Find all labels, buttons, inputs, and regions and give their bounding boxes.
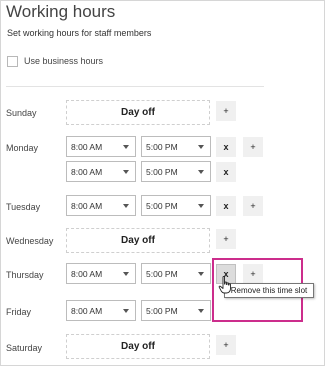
select-value: 8:00 AM	[71, 306, 103, 316]
chevron-down-icon	[123, 204, 129, 208]
select-value: 5:00 PM	[146, 142, 178, 152]
monday-add-slot-button[interactable]: +	[243, 137, 263, 157]
monday-slot2-remove-button[interactable]: x	[216, 162, 236, 182]
day-label-friday: Friday	[6, 307, 32, 317]
sunday-day-off: Day off	[66, 100, 210, 125]
day-label-tuesday: Tuesday	[6, 202, 41, 212]
thursday-start-select[interactable]: 8:00 AM	[66, 263, 136, 284]
chevron-down-icon	[198, 309, 204, 313]
page-subtitle: Set working hours for staff members	[7, 28, 152, 38]
wednesday-day-off: Day off	[66, 228, 210, 253]
hand-cursor-icon	[218, 276, 231, 294]
saturday-add-slot-button[interactable]: +	[216, 335, 236, 355]
tuesday-remove-button[interactable]: x	[216, 196, 236, 216]
friday-end-select[interactable]: 5:00 PM	[141, 300, 211, 321]
thursday-end-select[interactable]: 5:00 PM	[141, 263, 211, 284]
chevron-down-icon	[198, 170, 204, 174]
day-label-thursday: Thursday	[6, 270, 44, 280]
tuesday-end-select[interactable]: 5:00 PM	[141, 195, 211, 216]
chevron-down-icon	[123, 145, 129, 149]
remove-slot-tooltip: Remove this time slot	[224, 283, 314, 298]
monday-slot1-end-select[interactable]: 5:00 PM	[141, 136, 211, 157]
tuesday-start-select[interactable]: 8:00 AM	[66, 195, 136, 216]
sunday-add-slot-button[interactable]: +	[216, 101, 236, 121]
day-label-wednesday: Wednesday	[6, 236, 54, 246]
tuesday-add-slot-button[interactable]: +	[243, 196, 263, 216]
divider	[6, 86, 264, 87]
saturday-day-off: Day off	[66, 334, 210, 359]
select-value: 5:00 PM	[146, 201, 178, 211]
chevron-down-icon	[123, 170, 129, 174]
monday-slot1-remove-button[interactable]: x	[216, 137, 236, 157]
select-value: 8:00 AM	[71, 142, 103, 152]
chevron-down-icon	[123, 272, 129, 276]
wednesday-add-slot-button[interactable]: +	[216, 229, 236, 249]
chevron-down-icon	[123, 309, 129, 313]
day-label-saturday: Saturday	[6, 343, 43, 353]
business-hours-checkbox[interactable]	[7, 56, 18, 67]
chevron-down-icon	[198, 145, 204, 149]
business-hours-label: Use business hours	[24, 56, 104, 66]
monday-slot2-end-select[interactable]: 5:00 PM	[141, 161, 211, 182]
select-value: 5:00 PM	[146, 269, 178, 279]
day-label-monday: Monday	[6, 143, 39, 153]
chevron-down-icon	[198, 272, 204, 276]
select-value: 8:00 AM	[71, 167, 103, 177]
monday-slot2-start-select[interactable]: 8:00 AM	[66, 161, 136, 182]
chevron-down-icon	[198, 204, 204, 208]
friday-start-select[interactable]: 8:00 AM	[66, 300, 136, 321]
day-label-sunday: Sunday	[6, 108, 37, 118]
select-value: 8:00 AM	[71, 269, 103, 279]
page-title: Working hours	[6, 2, 116, 21]
monday-slot1-start-select[interactable]: 8:00 AM	[66, 136, 136, 157]
select-value: 5:00 PM	[146, 306, 178, 316]
select-value: 5:00 PM	[146, 167, 178, 177]
select-value: 8:00 AM	[71, 201, 103, 211]
